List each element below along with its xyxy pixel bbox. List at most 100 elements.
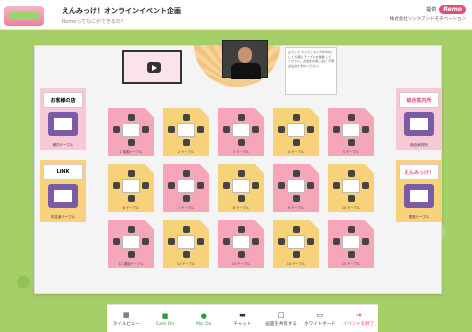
chair-icon: [183, 114, 190, 121]
mic-icon: ●: [200, 311, 207, 320]
meeting-table[interactable]: 10 テーブル: [328, 164, 374, 212]
table-label: 4 テーブル: [287, 150, 305, 154]
chair-icon: [128, 226, 135, 233]
meeting-table[interactable]: 7 テーブル: [163, 164, 209, 212]
chair-icon: [238, 251, 245, 258]
meeting-table[interactable]: 11 雑談テーブル: [108, 220, 154, 268]
side-table-info[interactable]: お客様の店 案内テーブル: [40, 88, 86, 150]
chair-icon: [362, 238, 369, 245]
meeting-table[interactable]: 4 テーブル: [273, 108, 319, 156]
toolbar-label: イベントを終了: [342, 322, 375, 327]
chair-icon: [348, 170, 355, 177]
chair-icon: [293, 139, 300, 146]
chair-icon: [278, 238, 285, 245]
chair-icon: [142, 182, 149, 189]
side-table-sign: お客様の店: [43, 92, 83, 108]
meeting-table[interactable]: 8 テーブル: [218, 164, 264, 212]
chair-icon: [238, 195, 245, 202]
side-table-link[interactable]: LiNK 内定者テーブル: [40, 160, 86, 222]
chair-icon: [183, 226, 190, 233]
meeting-table[interactable]: 3 テーブル: [218, 108, 264, 156]
app-header: えんみっけ！オンラインイベント企画 Remoってなにができるの？ 提供 Remo…: [0, 0, 472, 30]
chair-icon: [168, 126, 175, 133]
desk: [342, 179, 360, 193]
chair-icon: [183, 251, 190, 258]
meeting-table[interactable]: 13 テーブル: [218, 220, 264, 268]
play-icon[interactable]: [147, 62, 161, 73]
screen-share-button[interactable]: □ 画面を共有する: [264, 312, 298, 328]
chair-icon: [113, 126, 120, 133]
chair-icon: [348, 251, 355, 258]
side-table-help[interactable]: 総合案内所 総合案内所: [396, 88, 442, 150]
desk: [122, 179, 140, 193]
chair-icon: [293, 170, 300, 177]
chair-icon: [183, 139, 190, 146]
grid-button[interactable]: ▦ タイルビュー: [109, 311, 143, 328]
chair-icon: [128, 139, 135, 146]
meeting-table[interactable]: 6 テーブル: [108, 164, 154, 212]
camera-icon: ■: [161, 311, 169, 320]
chair-icon: [113, 238, 120, 245]
chair-icon: [348, 139, 355, 146]
chair-icon: [348, 226, 355, 233]
chair-icon: [252, 126, 259, 133]
event-title: えんみっけ！オンラインイベント企画: [62, 7, 181, 15]
grid-icon: ▦: [123, 311, 130, 319]
notice-board: ようこそ カメラとマイクをONにして 気軽にテーブルを移動 してください。お話を…: [285, 47, 337, 95]
table-label: 10 テーブル: [341, 206, 361, 210]
desk: [177, 123, 195, 137]
meeting-table[interactable]: 15 テーブル: [328, 220, 374, 268]
room-icon: [48, 184, 78, 208]
youtube-video[interactable]: [122, 50, 182, 84]
meeting-table[interactable]: 12 テーブル: [163, 220, 209, 268]
event-subtitle[interactable]: Remoってなにができるの？: [62, 18, 126, 25]
brand-company: 株式会社リンクアンドモチベーション: [389, 17, 466, 22]
chair-icon: [128, 170, 135, 177]
table-label: 7 テーブル: [177, 206, 195, 210]
chair-icon: [252, 182, 259, 189]
chat-button[interactable]: ▬ チャット: [225, 312, 259, 328]
speaker-video[interactable]: [222, 40, 268, 79]
brand-area: 提供 Remo 株式会社リンクアンドモチベーション: [390, 5, 466, 22]
chair-icon: [333, 182, 340, 189]
table-label: 2 テーブル: [177, 150, 195, 154]
toolbar-label: 画面を共有する: [265, 322, 297, 327]
chair-icon: [362, 126, 369, 133]
table-label: 12 テーブル: [176, 262, 196, 266]
side-table-label: 総合案内所: [410, 143, 428, 147]
chair-icon: [307, 182, 314, 189]
camera-button[interactable]: ■ Cam On: [148, 311, 182, 327]
chair-icon: [238, 139, 245, 146]
chair-icon: [183, 195, 190, 202]
chair-icon: [128, 114, 135, 121]
chair-icon: [238, 170, 245, 177]
table-label: 14 テーブル: [286, 262, 306, 266]
desk: [287, 235, 305, 249]
desk: [342, 123, 360, 137]
event-logo: [4, 6, 44, 26]
side-table-label: 運営テーブル: [408, 215, 430, 219]
chair-icon: [278, 182, 285, 189]
table-label: 9 テーブル: [287, 206, 305, 210]
meeting-table[interactable]: 2 テーブル: [163, 108, 209, 156]
remo-logo: Remo: [439, 5, 466, 14]
chair-icon: [142, 238, 149, 245]
brand-label: 提供: [426, 7, 437, 13]
table-label: 1 接客テーブル: [119, 150, 143, 154]
desk: [122, 235, 140, 249]
leave-button[interactable]: ⇥ イベントを終了: [342, 312, 376, 328]
chair-icon: [307, 238, 314, 245]
desk: [232, 123, 250, 137]
meeting-table[interactable]: 5 テーブル: [328, 108, 374, 156]
mic-button[interactable]: ● Mic On: [187, 311, 221, 327]
side-table-staff[interactable]: えんみっけ！ 運営テーブル: [396, 160, 442, 222]
desk: [232, 179, 250, 193]
desk: [287, 179, 305, 193]
meeting-table[interactable]: 1 接客テーブル: [108, 108, 154, 156]
chair-icon: [293, 114, 300, 121]
meeting-table[interactable]: 9 テーブル: [273, 164, 319, 212]
whiteboard-button[interactable]: ▭ ホワイトボード: [303, 312, 337, 328]
meeting-table[interactable]: 14 テーブル: [273, 220, 319, 268]
room-icon: [48, 112, 78, 136]
side-table-sign: えんみっけ！: [399, 164, 439, 180]
